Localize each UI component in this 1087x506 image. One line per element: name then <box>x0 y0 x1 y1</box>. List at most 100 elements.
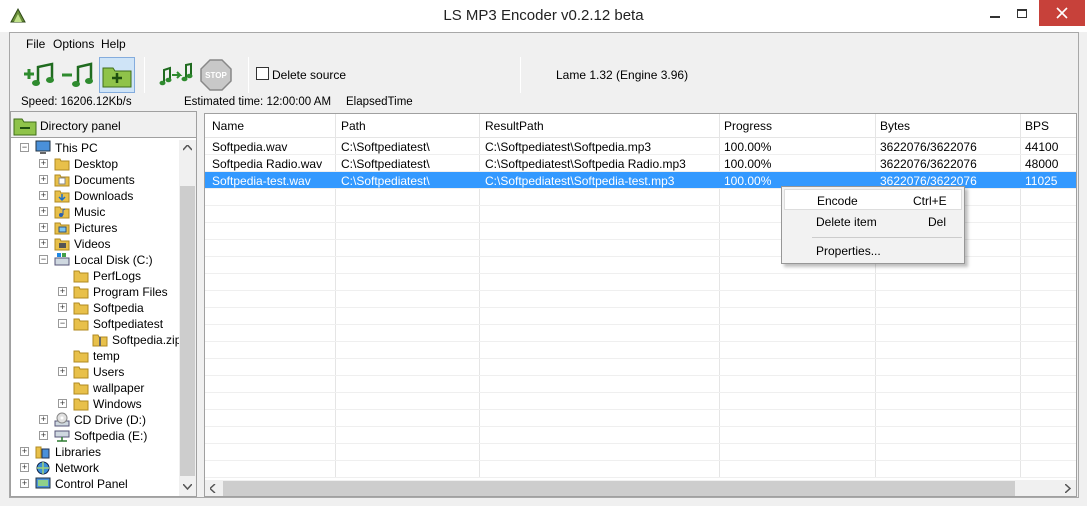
add-folder-button[interactable] <box>99 57 135 93</box>
empty-row <box>205 274 1076 291</box>
videos-folder-icon <box>54 238 70 251</box>
menu-help[interactable]: Help <box>101 37 126 51</box>
scroll-up-icon[interactable] <box>183 145 192 151</box>
estimated-time-status: Estimated time: 12:00:00 AM <box>184 96 332 108</box>
status-bar: Speed: 16206.12Kb/s Estimated time: 12:0… <box>12 96 1076 110</box>
tree-item-label: Documents <box>74 173 135 187</box>
documents-folder-icon <box>54 174 70 187</box>
expand-toggle-icon[interactable]: − <box>20 143 29 152</box>
encode-label: Encode <box>817 194 858 208</box>
tree-item-label: Desktop <box>74 157 119 171</box>
scroll-right-icon[interactable] <box>1065 484 1071 493</box>
downloads-folder-icon <box>54 190 70 203</box>
expand-toggle-icon[interactable]: + <box>58 287 67 296</box>
menu-item-properties[interactable]: Properties... <box>784 240 962 261</box>
table-cell: 44100 <box>1025 140 1059 154</box>
minimize-button[interactable] <box>980 0 1010 28</box>
expand-toggle-icon[interactable]: + <box>39 175 48 184</box>
directory-tree: − This PC + Desktop + Documents + Downloads + Mus… <box>11 140 179 496</box>
list-horizontal-scrollbar[interactable] <box>205 480 1076 496</box>
expand-toggle-icon[interactable]: + <box>58 303 67 312</box>
list-scroll-thumb[interactable] <box>223 481 1015 496</box>
folder-icon <box>73 398 89 411</box>
empty-row <box>205 393 1076 410</box>
scroll-down-icon[interactable] <box>183 484 192 490</box>
scroll-left-icon[interactable] <box>210 484 216 493</box>
column-bps[interactable]: BPS <box>1025 119 1049 133</box>
add-folder-icon <box>102 67 132 88</box>
elapsed-time-status: ElapsedTime <box>346 96 413 108</box>
tree-item-label: Softpedia <box>93 301 144 315</box>
table-cell: 100.00% <box>724 140 772 154</box>
folder-icon <box>73 366 89 379</box>
column-bytes[interactable]: Bytes <box>880 119 910 133</box>
table-row[interactable]: Softpedia.wav C:\Softpediatest\ C:\Softped… <box>205 138 1076 155</box>
delete-label: Delete item <box>816 215 877 229</box>
expand-toggle-icon[interactable]: + <box>58 399 67 408</box>
expand-toggle-icon[interactable]: + <box>39 159 48 168</box>
expand-toggle-icon[interactable]: + <box>20 463 29 472</box>
empty-row <box>205 308 1076 325</box>
table-row[interactable]: Softpedia Radio.wav C:\Softpediatest\ C:\S… <box>205 155 1076 172</box>
network-icon <box>36 461 50 475</box>
expand-toggle-icon[interactable]: + <box>58 367 67 376</box>
delete-source-checkbox[interactable] <box>256 67 269 80</box>
tree-item-label: Softpedia (E:) <box>74 429 148 443</box>
empty-row <box>205 427 1076 444</box>
table-cell: 100.00% <box>724 157 772 171</box>
table-cell: 3622076/3622076 <box>880 157 977 171</box>
expand-toggle-icon[interactable]: + <box>39 415 48 424</box>
lame-version-label: Lame 1.32 (Engine 3.96) <box>556 68 689 82</box>
empty-row <box>205 359 1076 376</box>
column-name[interactable]: Name <box>212 119 244 133</box>
tree-item-label: Softpedia.zip <box>112 333 179 347</box>
libraries-icon <box>35 446 50 459</box>
expand-toggle-icon[interactable]: + <box>39 239 48 248</box>
tree-scrollbar[interactable] <box>179 140 196 496</box>
directory-panel: Directory panel − This PC + Desktop + Documen… <box>10 111 197 497</box>
menu-item-delete[interactable]: Delete item Del <box>784 211 962 232</box>
maximize-button[interactable] <box>1007 0 1037 28</box>
column-progress[interactable]: Progress <box>724 119 772 133</box>
remove-file-button[interactable] <box>60 57 96 93</box>
delete-source-label[interactable]: Delete source <box>272 68 346 82</box>
encode-button[interactable] <box>158 57 194 93</box>
tree-item-label: wallpaper <box>93 381 145 395</box>
column-resultpath[interactable]: ResultPath <box>485 119 544 133</box>
expand-toggle-icon[interactable]: − <box>39 255 48 264</box>
expand-toggle-icon[interactable]: + <box>39 431 48 440</box>
table-cell: Softpedia Radio.wav <box>212 157 323 171</box>
expand-toggle-icon[interactable]: + <box>39 223 48 232</box>
stop-button[interactable]: STOP <box>198 57 234 93</box>
add-file-button[interactable] <box>22 57 58 93</box>
music-folder-icon <box>54 206 70 219</box>
expand-toggle-icon[interactable]: − <box>58 319 67 328</box>
tree-scroll-thumb[interactable] <box>180 186 195 476</box>
empty-row <box>205 376 1076 393</box>
network-drive-icon <box>54 430 70 442</box>
expand-toggle-icon[interactable]: + <box>39 207 48 216</box>
zip-folder-icon <box>92 334 108 347</box>
expand-toggle-icon[interactable]: + <box>39 191 48 200</box>
menu-item-encode[interactable]: Encode Ctrl+E <box>784 189 962 210</box>
folder-icon <box>73 286 89 299</box>
menu-options[interactable]: Options <box>53 37 94 51</box>
directory-panel-header[interactable]: Directory panel <box>11 112 196 138</box>
tree-item-label: Music <box>74 205 106 219</box>
column-path[interactable]: Path <box>341 119 366 133</box>
file-list: Name Path ResultPath Progress Bytes BPS … <box>204 113 1077 497</box>
tree-item-label: Libraries <box>55 445 102 459</box>
expand-toggle-icon[interactable]: + <box>20 447 29 456</box>
tree-item-label: This PC <box>55 141 98 155</box>
menu-file[interactable]: File <box>26 37 45 51</box>
speed-status: Speed: 16206.12Kb/s <box>21 96 132 108</box>
close-icon <box>1056 7 1068 19</box>
expand-toggle-icon[interactable]: + <box>20 479 29 488</box>
tree-item-label: Videos <box>74 237 111 251</box>
tree-item-label: CD Drive (D:) <box>74 413 146 427</box>
tree-item-label: Network <box>55 461 100 475</box>
table-cell: C:\Softpediatest\ <box>341 174 430 188</box>
folder-icon <box>73 382 89 395</box>
close-button[interactable] <box>1039 0 1085 26</box>
folder-icon <box>73 302 89 315</box>
